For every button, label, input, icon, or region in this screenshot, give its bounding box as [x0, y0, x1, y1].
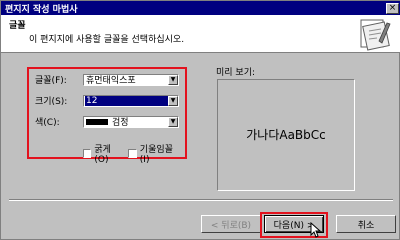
italic-label: 기울임꼴(I) [139, 145, 173, 165]
header-title: 글꼴 [9, 21, 26, 31]
bold-checkbox-box[interactable] [83, 149, 92, 158]
header-description: 이 편지지에 사용할 글꼴을 선택하십시오. [29, 35, 185, 45]
color-select[interactable]: 검정 ▼ [83, 115, 179, 128]
title-bar: 편지지 작성 마법사 × [1, 1, 400, 15]
style-checks: 굵게(O) 기울임꼴(I) [83, 142, 185, 165]
size-label: 크기(S): [35, 97, 68, 107]
italic-checkbox[interactable]: 기울임꼴(I) [128, 142, 179, 165]
chevron-down-icon[interactable]: ▼ [168, 95, 178, 106]
color-select-value: 검정 [112, 118, 129, 128]
close-button[interactable]: × [386, 2, 399, 14]
bold-label: 굵게(O) [94, 145, 111, 165]
window-title: 편지지 작성 마법사 [5, 4, 78, 15]
size-select-value: 12 [85, 95, 168, 106]
font-options-group: 글꼴(F): 휴먼태익스포 ▼ 크기(S): 12 ▼ 색(C): 검정 ▼ 굵… [27, 67, 187, 165]
back-button[interactable]: < 뒤로(B) [201, 215, 261, 233]
close-icon: × [388, 2, 397, 13]
mouse-pointer-icon [310, 222, 322, 238]
size-select[interactable]: 12 ▼ [83, 94, 179, 107]
preview-label: 미리 보기: [216, 68, 256, 78]
wizard-stationery-icon [360, 19, 391, 51]
preview-box: 가나다AaBbCc [217, 79, 355, 191]
color-row: 색(C): 검정 ▼ [35, 115, 179, 128]
cancel-button[interactable]: 취소 [336, 215, 396, 233]
chevron-down-icon[interactable]: ▼ [168, 74, 178, 85]
font-select[interactable]: 휴먼태익스포 ▼ [83, 73, 179, 86]
font-select-value: 휴먼태익스포 [86, 76, 136, 86]
color-label: 색(C): [35, 118, 60, 128]
font-label: 글꼴(F): [35, 76, 67, 86]
bottom-divider-highlight [9, 200, 393, 201]
chevron-down-icon[interactable]: ▼ [168, 116, 178, 127]
wizard-window: 편지지 작성 마법사 × 글꼴 이 편지지에 사용할 글꼴을 선택하십시오. 글… [0, 0, 400, 240]
color-swatch [86, 118, 108, 125]
wizard-header: 글꼴 이 편지지에 사용할 글꼴을 선택하십시오. [1, 15, 400, 53]
bold-checkbox[interactable]: 굵게(O) [83, 142, 122, 165]
italic-checkbox-box[interactable] [128, 149, 137, 158]
size-row: 크기(S): 12 ▼ [35, 94, 179, 107]
preview-sample-text: 가나다AaBbCc [246, 128, 326, 142]
font-row: 글꼴(F): 휴먼태익스포 ▼ [35, 73, 179, 86]
